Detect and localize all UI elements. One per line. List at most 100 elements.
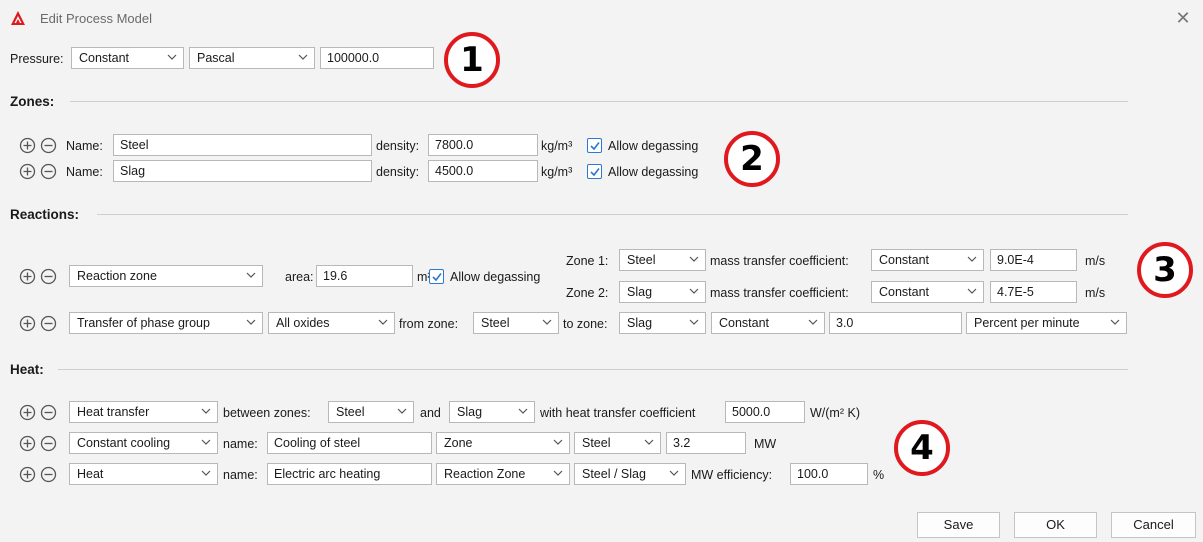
heat-zone-b-select[interactable]: Slag: [449, 401, 535, 423]
chevron-down-icon: [518, 408, 528, 414]
callout-badge-2: 2: [724, 131, 780, 187]
remove-reaction-icon[interactable]: [40, 268, 57, 285]
cooling-target-value: Zone: [444, 436, 473, 450]
remove-heat-icon[interactable]: [40, 435, 57, 452]
zone1-select[interactable]: Steel: [619, 249, 706, 271]
chevron-down-icon: [201, 470, 211, 476]
allow-degassing-checkbox[interactable]: [429, 269, 444, 284]
mtc1-mode-value: Constant: [879, 253, 930, 267]
transfer-mode-value: Constant: [719, 316, 770, 330]
cooling-type-select[interactable]: Constant cooling: [69, 432, 218, 454]
chevron-down-icon: [689, 256, 699, 262]
and-label: and: [420, 406, 441, 420]
zone-density-input[interactable]: 4500.0: [428, 160, 538, 182]
chevron-down-icon: [246, 272, 256, 278]
between-zones-label: between zones:: [223, 406, 311, 420]
phase-group-value: All oxides: [276, 316, 330, 330]
zone2-select[interactable]: Slag: [619, 281, 706, 303]
heating-efficiency-input[interactable]: 100.0: [790, 463, 868, 485]
mtc2-mode-value: Constant: [879, 285, 930, 299]
pressure-value-input[interactable]: 100000.0: [320, 47, 434, 69]
mtc2-mode-select[interactable]: Constant: [871, 281, 984, 303]
heat-type-value: Heat transfer: [77, 405, 150, 419]
chevron-down-icon: [967, 256, 977, 262]
cooling-name-input[interactable]: Cooling of steel: [267, 432, 432, 454]
add-reaction-icon[interactable]: [19, 268, 36, 285]
heating-name-input[interactable]: Electric arc heating: [267, 463, 432, 485]
zone-density-input[interactable]: 7800.0: [428, 134, 538, 156]
heating-target-value: Reaction Zone: [444, 467, 526, 481]
save-button[interactable]: Save: [917, 512, 1000, 538]
cooling-target-select[interactable]: Zone: [436, 432, 570, 454]
zone-density-label: density:: [376, 139, 420, 153]
cooling-value-input[interactable]: 3.2: [666, 432, 746, 454]
chevron-down-icon: [967, 288, 977, 294]
chevron-down-icon: [669, 470, 679, 476]
area-input[interactable]: 19.6: [316, 265, 413, 287]
heat-coef-label: with heat transfer coefficient: [540, 406, 696, 420]
zone-name-label: Name:: [66, 165, 103, 179]
add-zone-icon[interactable]: [19, 163, 36, 180]
heat-coef-input[interactable]: 5000.0: [725, 401, 805, 423]
heat-type-select[interactable]: Heat transfer: [69, 401, 218, 423]
reactions-divider: [97, 214, 1128, 215]
remove-heat-icon[interactable]: [40, 404, 57, 421]
add-heat-icon[interactable]: [19, 404, 36, 421]
chevron-down-icon: [246, 319, 256, 325]
heat-divider: [58, 369, 1128, 370]
heating-target-select[interactable]: Reaction Zone: [436, 463, 570, 485]
heating-efficiency-label: MW efficiency:: [691, 468, 773, 482]
reaction-type-select[interactable]: Reaction zone: [69, 265, 263, 287]
chevron-down-icon: [553, 470, 563, 476]
cooling-unit: MW: [754, 437, 777, 451]
add-heat-icon[interactable]: [19, 466, 36, 483]
heating-zone-select[interactable]: Steel / Slag: [574, 463, 686, 485]
check-icon: [590, 142, 600, 151]
cooling-zone-select[interactable]: Steel: [574, 432, 661, 454]
remove-zone-icon[interactable]: [40, 137, 57, 154]
zone-name-input[interactable]: Steel: [113, 134, 372, 156]
to-zone-select[interactable]: Slag: [619, 312, 706, 334]
remove-reaction-icon[interactable]: [40, 315, 57, 332]
from-zone-select[interactable]: Steel: [473, 312, 559, 334]
transfer-type-select[interactable]: Transfer of phase group: [69, 312, 263, 334]
zones-divider: [70, 101, 1128, 102]
heat-coef-unit: W/(m² K): [810, 406, 860, 420]
cancel-button[interactable]: Cancel: [1111, 512, 1196, 538]
close-icon[interactable]: ✕: [1174, 9, 1192, 27]
cooling-name-label: name:: [223, 437, 258, 451]
allow-degassing-checkbox[interactable]: [587, 164, 602, 179]
heat-zone-a-value: Steel: [336, 405, 365, 419]
mtc2-label: mass transfer coefficient:: [710, 286, 849, 300]
zones-heading: Zones:: [10, 94, 55, 109]
chevron-down-icon: [808, 319, 818, 325]
ok-button[interactable]: OK: [1014, 512, 1097, 538]
transfer-mode-select[interactable]: Constant: [711, 312, 825, 334]
mtc1-value-input[interactable]: 9.0E-4: [990, 249, 1077, 271]
allow-degassing-checkbox[interactable]: [587, 138, 602, 153]
pressure-label: Pressure:: [10, 52, 64, 66]
cooling-type-value: Constant cooling: [77, 436, 171, 450]
chevron-down-icon: [553, 439, 563, 445]
transfer-unit-value: Percent per minute: [974, 316, 1080, 330]
add-reaction-icon[interactable]: [19, 315, 36, 332]
heat-zone-a-select[interactable]: Steel: [328, 401, 414, 423]
phase-group-select[interactable]: All oxides: [268, 312, 395, 334]
callout-badge-3: 3: [1137, 242, 1193, 298]
add-zone-icon[interactable]: [19, 137, 36, 154]
add-heat-icon[interactable]: [19, 435, 36, 452]
heating-type-select[interactable]: Heat: [69, 463, 218, 485]
transfer-unit-select[interactable]: Percent per minute: [966, 312, 1127, 334]
pressure-unit-select[interactable]: Pascal: [189, 47, 315, 69]
remove-zone-icon[interactable]: [40, 163, 57, 180]
mtc1-mode-select[interactable]: Constant: [871, 249, 984, 271]
heating-zone-value: Steel / Slag: [582, 467, 646, 481]
pressure-mode-select[interactable]: Constant: [71, 47, 184, 69]
zone-name-input[interactable]: Slag: [113, 160, 372, 182]
callout-badge-1: 1: [444, 32, 500, 88]
chevron-down-icon: [689, 319, 699, 325]
cooling-zone-value: Steel: [582, 436, 611, 450]
mtc2-value-input[interactable]: 4.7E-5: [990, 281, 1077, 303]
transfer-rate-input[interactable]: 3.0: [829, 312, 962, 334]
remove-heat-icon[interactable]: [40, 466, 57, 483]
